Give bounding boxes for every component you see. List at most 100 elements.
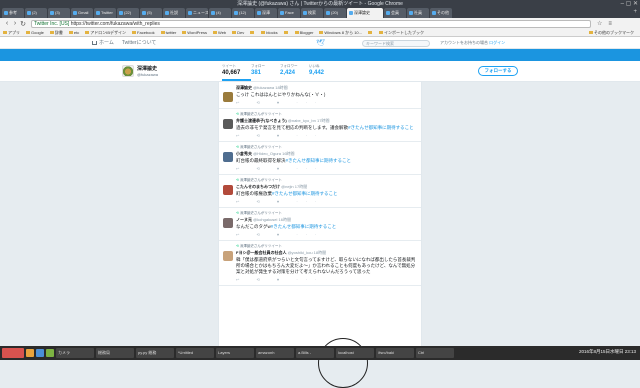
- address-bar[interactable]: Twitter Inc. [US] https://twitter.com/fu…: [31, 19, 591, 28]
- twitter-bird-icon[interactable]: 🕊: [316, 39, 325, 47]
- taskbar-item[interactable]: *Untitled: [176, 348, 214, 358]
- tweet-avatar[interactable]: [223, 152, 233, 162]
- browser-tab[interactable]: (20): [324, 8, 346, 18]
- about-link[interactable]: Twitterについて: [122, 39, 157, 46]
- tweet[interactable]: 深澤諭史さんがリツイートこたんせのまちみつだけ @nejin 17時間町台帳の帳…: [219, 175, 421, 208]
- bookmark-item[interactable]: アドロンIBデザイン: [85, 30, 126, 36]
- profile-stat[interactable]: ツイート 40,667: [222, 64, 251, 81]
- tweet-hashtag[interactable]: #きたんせ都知事に期待すること: [271, 224, 337, 229]
- tweet-actions[interactable]: ↩ ⟲ ♥ ···: [236, 232, 417, 237]
- new-tab-button[interactable]: +: [633, 9, 637, 15]
- tweet[interactable]: 深澤諭史 @fukazawa 18時間 こっけ これはほんとにやりかねんな(・∀・…: [219, 82, 421, 109]
- reload-icon[interactable]: ↻: [19, 20, 27, 28]
- browser-tab[interactable]: Face: [278, 8, 300, 18]
- browser-tab[interactable]: 社説: [163, 8, 185, 18]
- tweet-avatar[interactable]: [223, 185, 233, 195]
- taskbar-item[interactable]: a.Bills -: [296, 348, 334, 358]
- tweet-actions[interactable]: ↩ ⟲ ♥ ···: [236, 100, 417, 105]
- tweet-actions[interactable]: ↩ ⟲ ♥ ···: [236, 166, 417, 171]
- files-icon[interactable]: [26, 349, 34, 357]
- profile-stat[interactable]: フォロー 381: [251, 64, 280, 81]
- tweet-time[interactable]: 18時間: [314, 250, 326, 255]
- taskbar-item[interactable]: Ctrl: [416, 348, 454, 358]
- tweet[interactable]: 深澤諭史さんがリツイート小倉秀夫 @Hideo_Ogura 16時間町台帳の最終…: [219, 142, 421, 175]
- taskbar-item[interactable]: 総務局: [96, 348, 134, 358]
- bookmark-item[interactable]: アプリ: [3, 30, 20, 36]
- profile-stat[interactable]: フォロワー 2,424: [280, 64, 309, 81]
- bookmark-item[interactable]: Blogger: [295, 30, 314, 35]
- bookmark-item[interactable]: WordPress: [182, 30, 207, 35]
- taskbar-item[interactable]: カメラ: [56, 348, 94, 358]
- tweet[interactable]: 深澤諭史さんがリツイートノーヌ元 @kohgakusei 16時間なんだこのタグ…: [219, 208, 421, 241]
- browser-tab[interactable]: 深澤論史: [347, 8, 383, 18]
- browser-tab[interactable]: (3): [48, 8, 70, 18]
- tweet-time[interactable]: 16時間: [279, 217, 291, 222]
- tweet-avatar[interactable]: [223, 119, 233, 129]
- start-button[interactable]: [2, 348, 24, 358]
- bookmark-item[interactable]: blocks: [261, 30, 277, 35]
- follow-button[interactable]: フォローする: [478, 66, 518, 76]
- browser-tab[interactable]: Gmail: [71, 8, 93, 18]
- taskbar-item[interactable]: localhost: [336, 348, 374, 358]
- tweet-time[interactable]: 17時間: [295, 184, 307, 189]
- tweet-hashtag[interactable]: #きたんせ都知事に期待すること: [286, 158, 352, 163]
- browser-tab[interactable]: (22): [117, 8, 139, 18]
- browser-tab[interactable]: その他: [430, 8, 452, 18]
- tweet-author[interactable]: 小倉秀夫: [236, 151, 252, 156]
- terminal-icon[interactable]: [46, 349, 54, 357]
- profile-stat[interactable]: いいね 9,442: [309, 64, 338, 81]
- taskbar-item[interactable]: Layers: [216, 348, 254, 358]
- tweet[interactable]: 深澤諭史さんがリツイートFヨシ＠一般会社員の社会人 @yoshiki_kou 1…: [219, 241, 421, 286]
- bookmark-item[interactable]: Windows 8 から 10...: [319, 30, 362, 36]
- bookmark-item[interactable]: [250, 30, 255, 35]
- tweet-hashtag[interactable]: #きたんせ都知事に期待すること: [348, 125, 414, 130]
- tweet-avatar[interactable]: [223, 218, 233, 228]
- window-controls[interactable]: – ▢ ✕: [621, 0, 638, 8]
- tweet-author[interactable]: 深澤諭史: [236, 85, 252, 90]
- browser-tab[interactable]: (4): [209, 8, 231, 18]
- browser-tab[interactable]: 会員: [384, 8, 406, 18]
- bookmark-item[interactable]: twitter: [161, 30, 177, 35]
- tweet-actions[interactable]: ↩ ⟲ ♥ ···: [236, 199, 417, 204]
- tweet[interactable]: 深澤諭史さんがリツイート弁護士渡邊恭子(なべきょう) @nabe_kyo_bn …: [219, 109, 421, 142]
- bookmarks-overflow[interactable]: その他のブックマーク: [589, 30, 634, 36]
- tweet-author[interactable]: ノーヌ元: [236, 217, 252, 222]
- browser-tab[interactable]: 社員: [407, 8, 429, 18]
- bookmark-item[interactable]: 辞書: [50, 30, 63, 36]
- tweet-avatar[interactable]: [223, 251, 233, 261]
- browser-tab[interactable]: 参考: [2, 8, 24, 18]
- bookmark-item[interactable]: Web: [213, 30, 226, 35]
- bookmark-item[interactable]: etc: [69, 30, 79, 35]
- browser-tab[interactable]: 深澤: [255, 8, 277, 18]
- tweet-time[interactable]: 17時間: [317, 118, 329, 123]
- bookmark-item[interactable]: インポートしたブック: [379, 30, 424, 36]
- tweet-author[interactable]: 弁護士渡邊恭子(なべきょう): [236, 118, 287, 123]
- browser-tab[interactable]: Twitter: [94, 8, 116, 18]
- taskbar-item[interactable]: amazonh: [256, 348, 294, 358]
- tweet-author[interactable]: こたんせのまちみつだけ: [236, 184, 280, 189]
- bookmark-item[interactable]: Google: [26, 30, 44, 35]
- star-icon[interactable]: ☆: [597, 20, 602, 27]
- home-link[interactable]: ホーム: [92, 39, 114, 46]
- tweet-hashtag[interactable]: #きたんせ都知事に期待すること: [272, 191, 338, 196]
- browser-tab[interactable]: (5): [140, 8, 162, 18]
- browser-tab[interactable]: 検索: [301, 8, 323, 18]
- bookmark-item[interactable]: Dev: [232, 30, 244, 35]
- tweet-author[interactable]: Fヨシ＠一般会社員の社会人: [236, 250, 286, 255]
- tweet-avatar[interactable]: [223, 92, 233, 102]
- profile-avatar[interactable]: [122, 65, 134, 77]
- profile-name[interactable]: 深澤諭史: [137, 65, 157, 72]
- bookmark-item[interactable]: Facebook: [132, 30, 155, 35]
- tweet-actions[interactable]: ↩ ⟲ ♥ ···: [236, 133, 417, 138]
- bookmark-item[interactable]: [284, 30, 289, 35]
- login-link[interactable]: ログイン: [489, 40, 505, 45]
- tweet-actions[interactable]: ↩ ⟲ ♥ ···: [236, 277, 417, 282]
- forward-icon[interactable]: ›: [11, 20, 19, 27]
- browser-tab[interactable]: (2): [25, 8, 47, 18]
- taskbar-item[interactable]: py.py 総務: [136, 348, 174, 358]
- bookmark-item[interactable]: [368, 30, 373, 35]
- search-input[interactable]: キーワード検索: [362, 40, 430, 47]
- back-icon[interactable]: ‹: [3, 20, 11, 27]
- tweet-time[interactable]: 16時間: [282, 151, 294, 156]
- taskbar-item[interactable]: /fsrc/baki: [376, 348, 414, 358]
